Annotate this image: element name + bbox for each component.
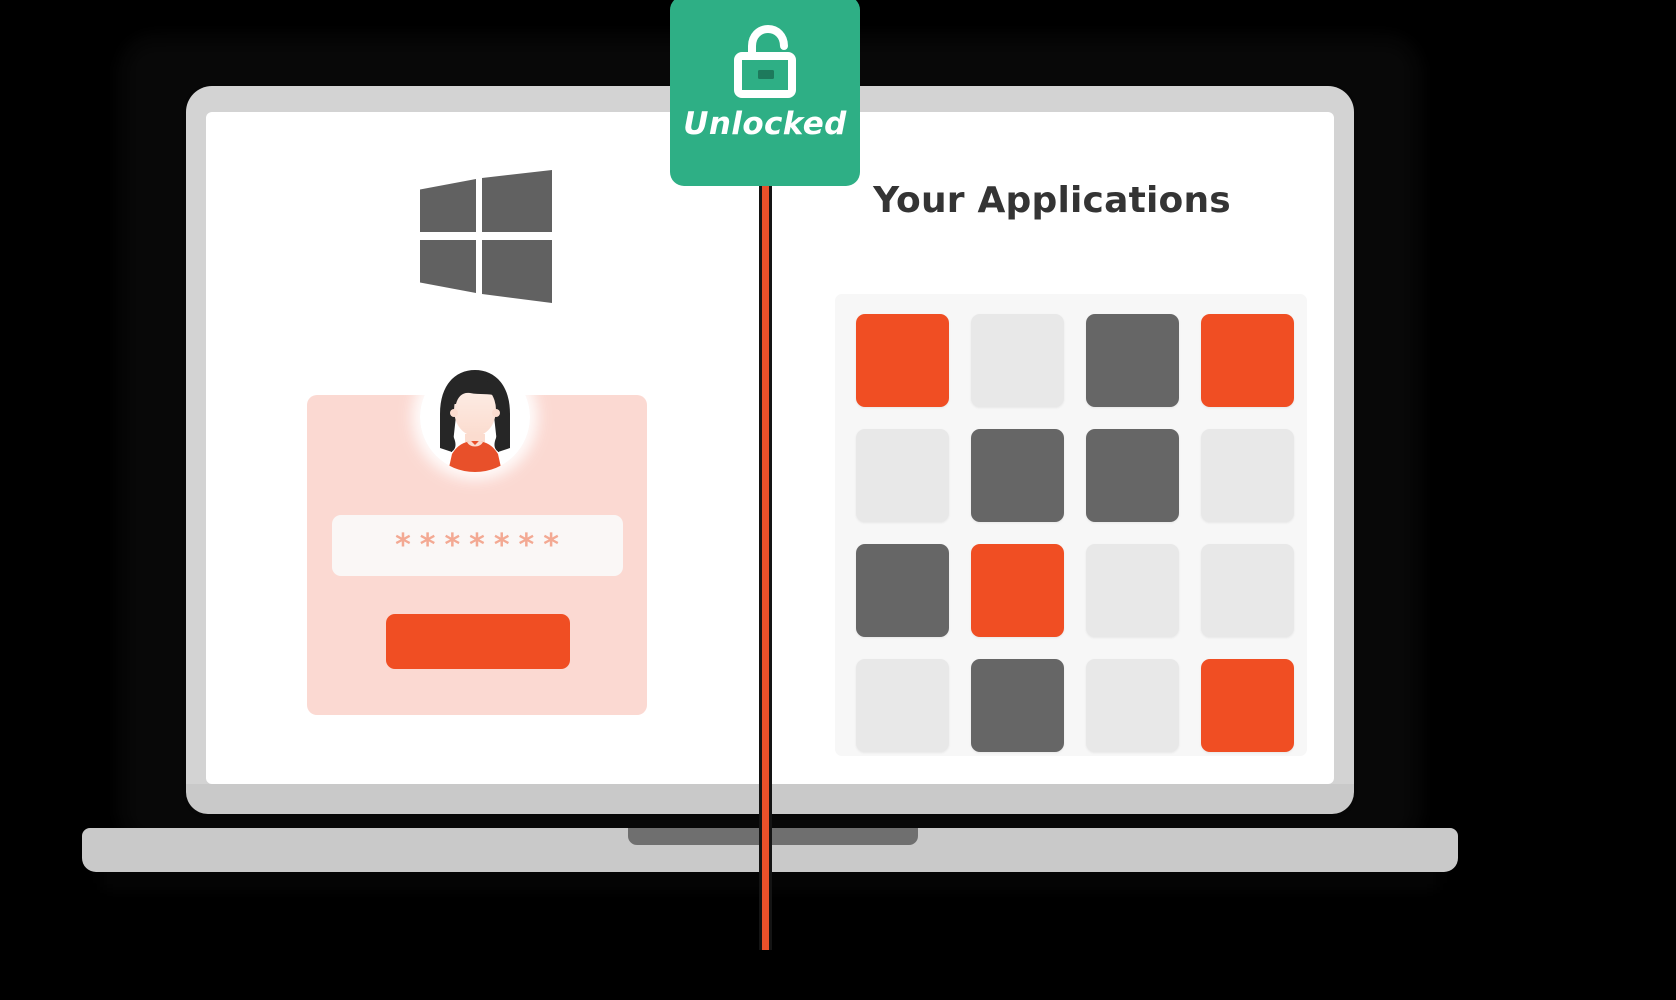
app-tile[interactable] — [1201, 314, 1294, 407]
unlocked-badge[interactable]: Unlocked — [670, 0, 860, 186]
app-tile[interactable] — [1201, 544, 1294, 637]
app-tile[interactable] — [1201, 659, 1294, 752]
app-tile[interactable] — [971, 429, 1064, 522]
applications-title: Your Applications — [873, 180, 1231, 221]
unlock-padlock-icon — [734, 24, 796, 98]
laptop-trackpad-notch — [628, 828, 918, 845]
app-tile[interactable] — [971, 659, 1064, 752]
windows-logo-icon — [420, 170, 552, 303]
app-tile[interactable] — [971, 544, 1064, 637]
sign-in-button[interactable] — [386, 614, 570, 669]
badge-pointer-line — [762, 170, 769, 950]
avatar — [420, 362, 530, 472]
password-input[interactable]: ******* — [332, 515, 623, 576]
app-tile[interactable] — [1086, 544, 1179, 637]
applications-pane: Your Applications — [770, 112, 1334, 784]
app-tile[interactable] — [971, 314, 1064, 407]
app-tile[interactable] — [856, 659, 949, 752]
laptop-screen: ******* Your Applications — [206, 112, 1334, 784]
app-tile[interactable] — [856, 314, 949, 407]
laptop-hinge-bar — [186, 784, 1354, 814]
scene-root: ******* Your Applications Unlocked — [0, 0, 1676, 1000]
app-tile[interactable] — [856, 544, 949, 637]
login-pane: ******* — [206, 112, 770, 784]
app-tile[interactable] — [1086, 314, 1179, 407]
app-tile[interactable] — [1201, 429, 1294, 522]
app-tile[interactable] — [1086, 429, 1179, 522]
applications-grid — [856, 314, 1294, 752]
app-tile[interactable] — [1086, 659, 1179, 752]
app-tile[interactable] — [856, 429, 949, 522]
unlocked-badge-label: Unlocked — [683, 106, 847, 142]
